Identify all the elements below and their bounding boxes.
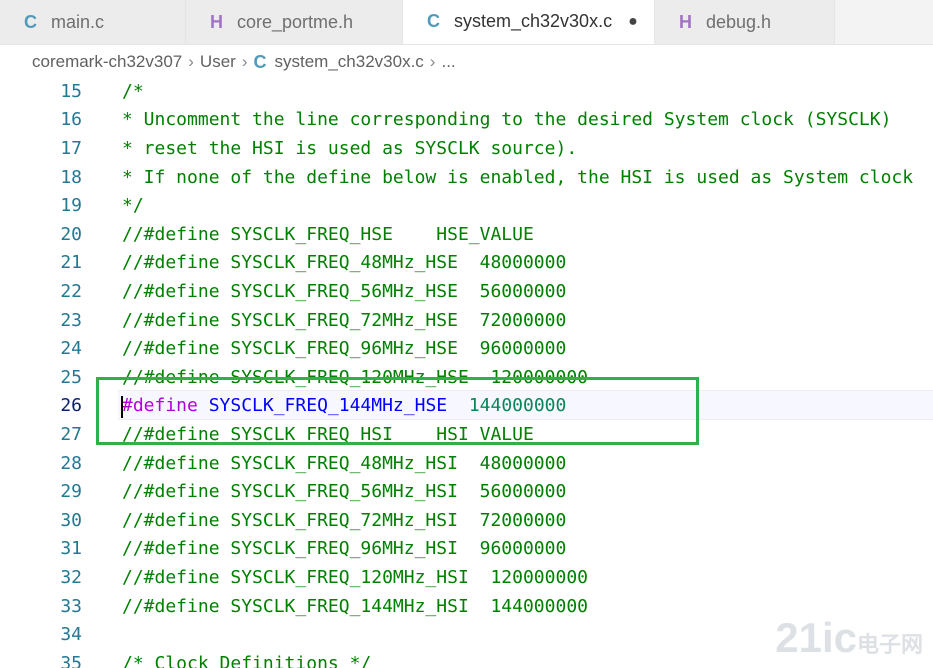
line-number: 25 xyxy=(60,366,82,388)
code-text: //#define SYSCLK_FREQ_HSE HSE_VALUE xyxy=(122,223,534,245)
h-file-icon: H xyxy=(210,11,223,32)
code-line[interactable]: 19 */ xyxy=(0,191,933,220)
code-line[interactable]: 24 //#define SYSCLK_FREQ_96MHz_HSE 960000… xyxy=(0,334,933,363)
tab-debug-h[interactable]: H debug.h xyxy=(655,0,835,44)
c-file-icon: C xyxy=(427,11,440,31)
code-text: * reset the HSI is used as SYSCLK source… xyxy=(122,137,578,159)
line-number: 32 xyxy=(60,566,82,588)
code-text: //#define SYSCLK_FREQ_72MHz_HSE 72000000 xyxy=(122,309,567,331)
breadcrumb-folder[interactable]: User xyxy=(200,52,236,72)
watermark-main: 21ic xyxy=(775,614,857,661)
code-line[interactable]: 18 * If none of the define below is enabl… xyxy=(0,163,933,192)
code-line[interactable]: 31 //#define SYSCLK_FREQ_96MHz_HSI 960000… xyxy=(0,535,933,564)
code-text: * If none of the define below is enabled… xyxy=(122,166,914,188)
code-line[interactable]: 32 //#define SYSCLK_FREQ_120MHz_HSI 12000… xyxy=(0,563,933,592)
line-number: 21 xyxy=(60,252,82,274)
chevron-right-icon: › xyxy=(429,52,436,71)
line-number: 18 xyxy=(60,166,82,188)
breadcrumb-more[interactable]: ... xyxy=(441,52,455,72)
line-number: 30 xyxy=(60,509,82,531)
code-line[interactable]: 28 //#define SYSCLK_FREQ_48MHz_HSI 480000… xyxy=(0,449,933,478)
code-line[interactable]: 21 //#define SYSCLK_FREQ_48MHz_HSE 480000… xyxy=(0,249,933,278)
line-number: 28 xyxy=(60,452,82,474)
line-number: 17 xyxy=(60,137,82,159)
breadcrumb-project[interactable]: coremark-ch32v307 xyxy=(32,52,182,72)
code-text: //#define SYSCLK_FREQ_96MHz_HSE 96000000 xyxy=(122,338,567,360)
c-file-icon: C xyxy=(253,51,267,72)
code-text: //#define SYSCLK_FREQ_56MHz_HSI 56000000 xyxy=(122,481,567,503)
code-text: /* xyxy=(122,80,144,102)
watermark-logo: 21ic电子网 xyxy=(775,614,923,662)
annotation-highlight-box xyxy=(96,377,699,445)
code-line[interactable]: 17 * reset the HSI is used as SYSCLK sour… xyxy=(0,134,933,163)
line-number: 35 xyxy=(60,652,82,668)
code-text: //#define SYSCLK_FREQ_56MHz_HSE 56000000 xyxy=(122,280,567,302)
code-text: //#define SYSCLK_FREQ_144MHz_HSI 1440000… xyxy=(122,595,588,617)
code-line[interactable]: 29 //#define SYSCLK_FREQ_56MHz_HSI 560000… xyxy=(0,477,933,506)
code-line[interactable]: 16 * Uncomment the line corresponding to … xyxy=(0,106,933,135)
tab-core-portme-h[interactable]: H core_portme.h xyxy=(186,0,403,44)
line-number: 34 xyxy=(60,624,82,646)
line-number: 16 xyxy=(60,109,82,131)
line-number: 22 xyxy=(60,280,82,302)
unsaved-dot-icon[interactable]: ● xyxy=(628,13,638,31)
code-line[interactable]: 23 //#define SYSCLK_FREQ_72MHz_HSE 720000… xyxy=(0,306,933,335)
line-number: 20 xyxy=(60,223,82,245)
watermark-sub: 电子网 xyxy=(856,632,923,657)
tab-main-c[interactable]: C main.c xyxy=(0,0,186,44)
line-number: 24 xyxy=(60,338,82,360)
code-line[interactable]: 22 //#define SYSCLK_FREQ_56MHz_HSE 560000… xyxy=(0,277,933,306)
code-text: //#define SYSCLK_FREQ_48MHz_HSE 48000000 xyxy=(122,252,567,274)
code-line[interactable]: 20 //#define SYSCLK_FREQ_HSE HSE_VALUE xyxy=(0,220,933,249)
line-number: 19 xyxy=(60,195,82,217)
code-text: //#define SYSCLK_FREQ_48MHz_HSI 48000000 xyxy=(122,452,567,474)
tab-system-ch32v30x-c[interactable]: C system_ch32v30x.c ● xyxy=(403,0,655,44)
code-text: //#define SYSCLK_FREQ_72MHz_HSI 72000000 xyxy=(122,509,567,531)
line-number: 23 xyxy=(60,309,82,331)
tab-label: main.c xyxy=(51,11,105,32)
code-line[interactable]: 15 /* xyxy=(0,80,933,106)
chevron-right-icon: › xyxy=(188,52,194,71)
h-file-icon: H xyxy=(679,11,692,32)
editor-tab-bar: C main.c H core_portme.h C system_ch32v3… xyxy=(0,0,933,45)
c-file-icon: C xyxy=(24,11,37,32)
code-text: */ xyxy=(122,195,144,217)
code-line[interactable]: 30 //#define SYSCLK_FREQ_72MHz_HSI 720000… xyxy=(0,506,933,535)
code-text: //#define SYSCLK_FREQ_96MHz_HSI 96000000 xyxy=(122,538,567,560)
tab-label: core_portme.h xyxy=(237,11,354,32)
breadcrumb: coremark-ch32v307 › User › C system_ch32… xyxy=(0,45,933,79)
code-text: //#define SYSCLK_FREQ_120MHz_HSI 1200000… xyxy=(122,566,588,588)
line-number: 15 xyxy=(60,80,82,102)
line-number: 31 xyxy=(60,538,82,560)
line-number: 29 xyxy=(60,481,82,503)
line-number: 26 xyxy=(60,395,82,417)
code-text: * Uncomment the line corresponding to th… xyxy=(122,109,892,131)
tab-label: system_ch32v30x.c xyxy=(454,11,613,31)
code-text: /* Clock Definitions */ xyxy=(122,652,372,668)
tab-label: debug.h xyxy=(706,11,772,32)
chevron-right-icon: › xyxy=(241,52,248,71)
line-number: 27 xyxy=(60,423,82,445)
line-number: 33 xyxy=(60,595,82,617)
code-editor[interactable]: 15 /* 16 * Uncomment the line correspondin… xyxy=(0,80,933,668)
breadcrumb-file[interactable]: system_ch32v30x.c xyxy=(275,52,424,72)
